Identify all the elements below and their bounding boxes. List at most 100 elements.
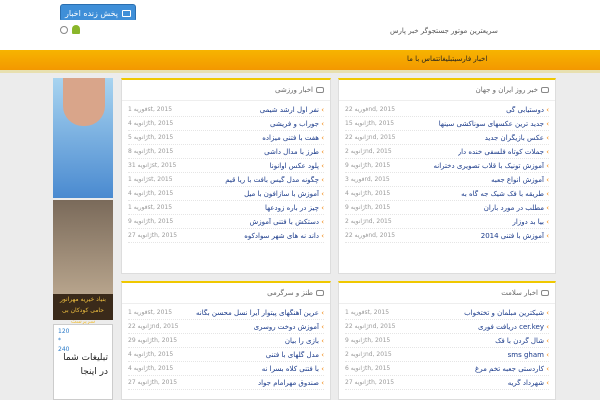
item-date: فوریه 1st, 2015 [128,106,173,113]
item-title[interactable]: sms gham [508,351,549,359]
list-item[interactable]: ژانویه 9th, 2015 شال گردن با فک [345,334,549,348]
item-date: ژانویه 4th, 2015 [128,365,174,372]
item-title[interactable]: آموزش با سازافون با میل [244,190,324,198]
search-icon[interactable] [60,25,68,34]
list-item[interactable]: ژانویه 5th, 2015 هفت با فتنی میزاده [128,131,324,145]
ad-banner-children[interactable] [53,78,113,198]
list-item[interactable]: فوریه 1st, 2015 چیز در باره زودعها [128,201,324,215]
item-title[interactable]: پلود عکس اوانونا [270,162,324,170]
item-date: ژانویه 27th, 2015 [128,379,178,386]
item-title[interactable]: شیکترین مبلمان و تختخواب [464,309,549,317]
list-item[interactable]: ژانویه 15th, 2015 جدید ترین عکسهای سوناکش… [345,117,549,131]
item-title[interactable]: جدید ترین عکسهای سوناکشی سینها [439,120,549,128]
item-title[interactable]: جملات کوتاه فلسفی خنده دار [458,148,549,156]
item-title[interactable]: بازی را بیان [285,337,324,345]
item-title[interactable]: جوراب و فریشی [270,120,324,128]
ad-size-label: 120 * 240 [58,328,70,353]
item-title[interactable]: شهرداد گریه [508,379,549,387]
item-title[interactable]: طریقه با فک شیک جه گاه به [461,190,549,198]
item-date: فوریه 22nd, 2015 [345,232,396,239]
item-date: ژانویه 22nd, 2015 [345,134,396,141]
list-item[interactable]: ژانویه 2nd, 2015 بیا بد دوزار [345,215,549,229]
item-title[interactable]: آموزش با فتنی 2014 [481,232,549,240]
item-date: ژانویه 22nd, 2015 [345,323,396,330]
news-list: فوریه 1st, 2015 عرین آهنگهای پیتوار آیرا … [122,304,330,392]
item-date: ژانویه 29th, 2015 [128,337,178,344]
list-item[interactable]: ژانویه 4th, 2015 مدل گلهای با فتنی [128,348,324,362]
list-item[interactable]: ژانویه 4th, 2015 آموزش با سازافون با میل [128,187,324,201]
panel-entertainment: طنز و سرگرمی فوریه 1st, 2015 عرین آهنگهای… [121,281,331,400]
item-title[interactable]: دوستیابی گی [506,106,549,114]
item-title[interactable]: چیز در باره زودعها [265,204,324,212]
android-icon[interactable] [72,25,80,34]
child-photo [63,78,105,126]
tv-icon [122,9,132,17]
list-item[interactable]: ژانویه 31st, 2015 پلود عکس اوانونا [128,159,324,173]
ad-placeholder[interactable]: 120 * 240 تبلیغات شما در اینجا [53,324,113,400]
item-title[interactable]: با فتنی کلاه بسرا نه [262,365,324,373]
panel-title: طنز و سرگرمی [267,289,313,297]
item-date: ژانویه 9th, 2015 [345,204,391,211]
list-item[interactable]: ژانویه 27th, 2015 شهرداد گریه [345,376,549,390]
list-item[interactable]: ژانویه 6th, 2015 کاردستی جعبه تخم مرغ [345,362,549,376]
ad-placeholder-text: تبلیغات شما در اینجا [63,353,108,377]
item-date: ژانویه 9th, 2015 [345,162,391,169]
item-title[interactable]: هفت با فتنی میزاده [262,134,324,142]
list-item[interactable]: ژانویه 22nd, 2015 cer.key دریافت فوری [345,320,549,334]
list-item[interactable]: ژانویه 4th, 2015 طریقه با فک شیک جه گاه ب… [345,187,549,201]
list-item[interactable]: ژانویه 9th, 2015 دستکش با فتنی آموزش [128,215,324,229]
list-item[interactable]: فوریه 3rd, 2015 آموزش انواع جعبه [345,173,549,187]
news-list: فوریه 1st, 2015 نفر اول ارشد شیمی ژانویه … [122,101,330,245]
item-date: فوریه 1st, 2015 [128,204,173,211]
item-title[interactable]: کاردستی جعبه تخم مرغ [475,365,549,373]
panel-world-news: خبر روز ایران و جهان فوریه 22nd, 2015 دوس… [338,78,556,274]
site-header: سریعترین موتور جستجوگر خبر پارس [0,20,600,50]
list-item[interactable]: ژانویه 2nd, 2015 جملات کوتاه فلسفی خنده د… [345,145,549,159]
list-item[interactable]: ژانویه 22nd, 2015 آموزش دوخت روسری [128,320,324,334]
item-title[interactable]: چگونه مدل گیس بافت با ریا قیم [225,176,324,184]
main-navbar: اخبار فارسیتبلیغاتتماس با ما [0,50,600,73]
panel-title: خبر روز ایران و جهان [475,86,538,94]
panel-header: طنز و سرگرمی [122,283,330,304]
item-title[interactable]: دستکش با فتنی آموزش [250,218,324,226]
list-item[interactable]: فوریه 1st, 2015 نفر اول ارشد شیمی [128,103,324,117]
nav-menu-text[interactable]: اخبار فارسیتبلیغاتتماس با ما [407,55,487,63]
ad-banner-charity[interactable]: بنیاد خیریه مهرانور حامی کودکان بی سرپرس… [53,200,113,325]
item-title[interactable]: شال گردن با فک [495,337,549,345]
item-title[interactable]: مطلب در مورد باران [484,204,549,212]
list-item[interactable]: ژانویه 22nd, 2015 عکس بازیگران جدید [345,131,549,145]
list-item[interactable]: ژانویه 2nd, 2015 sms gham [345,348,549,362]
list-item[interactable]: فوریه 22nd, 2015 دوستیابی گی [345,103,549,117]
list-item[interactable]: ژانویه 27th, 2015 صندوق مهرامام جواد [128,376,324,390]
item-title[interactable]: صندوق مهرامام جواد [258,379,324,387]
list-item[interactable]: فوریه 1st, 2015 شیکترین مبلمان و تختخواب [345,306,549,320]
list-item[interactable]: ژانویه 27th, 2015 داند نه های شهر سوادکوه [128,229,324,243]
list-item[interactable]: ژانویه 9th, 2015 مطلب در مورد باران [345,201,549,215]
charity-caption: بنیاد خیریه مهرانور حامی کودکان بی سرپرس… [53,294,113,325]
item-title[interactable]: عرین آهنگهای پیتوار آیرا نسل محسن بگانه [196,309,324,317]
item-title[interactable]: داند نه های شهر سوادکوه [244,232,324,240]
list-item[interactable]: ژانویه 4th, 2015 جوراب و فریشی [128,117,324,131]
item-title[interactable]: عکس بازیگران جدید [485,134,549,142]
item-title[interactable]: آموزش دوخت روسری [254,323,324,331]
item-date: ژانویه 27th, 2015 [128,232,178,239]
list-item[interactable]: ژانویه 29th, 2015 بازی را بیان [128,334,324,348]
item-title[interactable]: نفر اول ارشد شیمی [260,106,324,114]
top-bar: پخش زنده اخبار [0,0,600,22]
item-title[interactable]: آموزش انواع جعبه [491,176,549,184]
panel-header: اخبار ورزشی [122,80,330,101]
item-date: ژانویه 27th, 2015 [345,379,395,386]
list-item[interactable]: فوریه 1st, 2015 عرین آهنگهای پیتوار آیرا … [128,306,324,320]
item-title[interactable]: طرز با مدال داشی [264,148,324,156]
list-item[interactable]: ژانویه 9th, 2015 آموزش تونیک با قلاب تصوی… [345,159,549,173]
item-title[interactable]: مدل گلهای با فتنی [266,351,324,359]
chat-bubble-icon [541,87,549,93]
item-title[interactable]: cer.key دریافت فوری [478,323,549,331]
item-title[interactable]: آموزش تونیک با قلاب تصویری دخترانه [434,162,549,170]
item-title[interactable]: بیا بد دوزار [512,218,549,226]
list-item[interactable]: ژانویه 4th, 2015 با فتنی کلاه بسرا نه [128,362,324,376]
list-item[interactable]: ژانویه 1st, 2015 چگونه مدل گیس بافت با ری… [128,173,324,187]
list-item[interactable]: ژانویه 8th, 2015 طرز با مدال داشی [128,145,324,159]
item-date: ژانویه 1st, 2015 [128,176,173,183]
list-item[interactable]: فوریه 22nd, 2015 آموزش با فتنی 2014 [345,229,549,243]
